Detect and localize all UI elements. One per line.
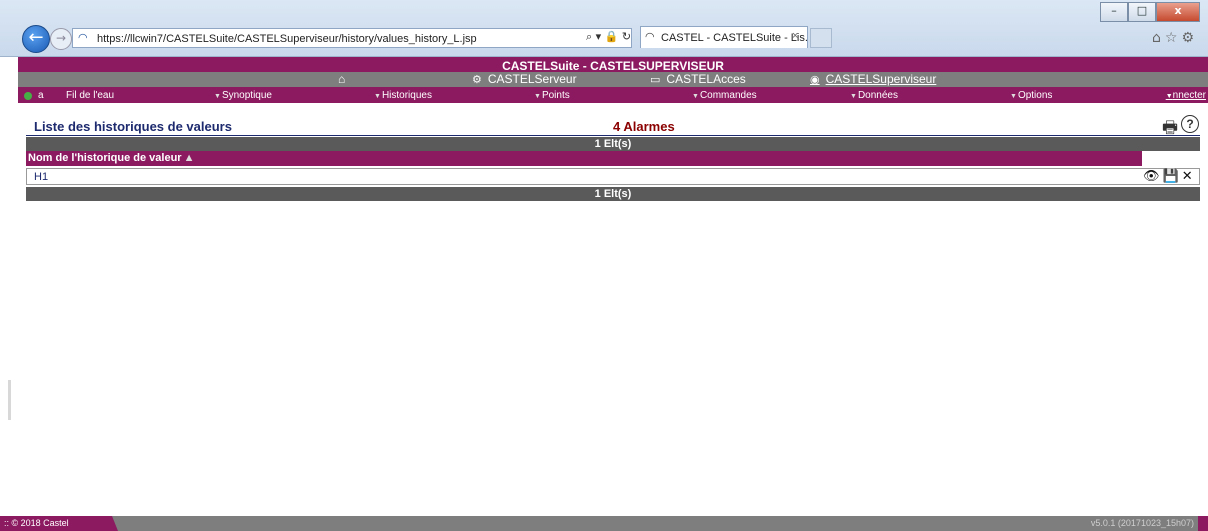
- menu-label: Synoptique: [221, 90, 272, 101]
- close-window-button[interactable]: x: [1156, 2, 1200, 22]
- menu-synoptique[interactable]: ▼Synoptique: [214, 89, 272, 103]
- row-actions: 👁 💾 ✕: [1143, 169, 1200, 185]
- forward-arrow-icon[interactable]: →: [50, 28, 72, 50]
- history-name-cell[interactable]: H1: [34, 171, 48, 183]
- nav-castelserveur[interactable]: ⚙ CASTELServeur: [472, 72, 577, 87]
- minimize-button[interactable]: –: [1100, 2, 1128, 22]
- table-row[interactable]: [26, 168, 1200, 185]
- delete-x-icon[interactable]: ✕: [1182, 169, 1193, 185]
- site-icon: ◠: [78, 31, 88, 44]
- nav-label: CASTELServeur: [487, 72, 577, 86]
- browser-tab[interactable]: CASTEL - CASTELSuite - Lis...: [640, 26, 808, 48]
- dropdown-arrow-icon: ▼: [1010, 93, 1017, 100]
- menu-historiques[interactable]: ▼Historiques: [374, 89, 432, 103]
- menu-label: Commandes: [699, 90, 757, 101]
- connect-label: nnecter: [1172, 90, 1206, 101]
- address-bar[interactable]: https://llcwin7/CASTELSuite/CASTELSuperv…: [72, 28, 632, 48]
- count-bar-top: 1 Elt(s): [26, 137, 1200, 151]
- nav-label: CASTELSuperviseur: [825, 72, 937, 86]
- nav-castelsuperviseur[interactable]: ◉ CASTELSuperviseur: [810, 72, 936, 87]
- app-title: CASTELSuite - CASTELSUPERVISEUR: [502, 59, 724, 73]
- new-tab-button[interactable]: [810, 28, 832, 48]
- dropdown-arrow-icon: ▼: [214, 93, 221, 100]
- maximize-button[interactable]: □: [1128, 2, 1156, 22]
- connect-link[interactable]: ▼nnecter: [1166, 89, 1206, 104]
- eye-icon: ◉: [810, 73, 820, 86]
- dropdown-arrow-icon: ▼: [374, 93, 381, 100]
- menu-label: Historiques: [381, 90, 432, 101]
- count-bar-bottom: 1 Elt(s): [26, 187, 1200, 201]
- app-nav-bar: [18, 72, 1208, 87]
- menu-label: Données: [857, 90, 898, 101]
- back-arrow-icon[interactable]: ←: [22, 25, 50, 53]
- help-icon[interactable]: ?: [1181, 115, 1199, 133]
- sort-ascending-icon[interactable]: ▲: [184, 152, 195, 164]
- copyright: :: © 2018 Castel: [0, 516, 118, 531]
- menu-donnees[interactable]: ▼Données: [850, 89, 898, 103]
- status-dot-icon: [24, 92, 32, 100]
- footer-corner: [1198, 516, 1208, 531]
- scrollbar[interactable]: [8, 380, 11, 420]
- footer-bar: [0, 516, 1208, 531]
- save-disk-icon[interactable]: 💾: [1163, 169, 1179, 185]
- menu-points[interactable]: ▼Points: [534, 89, 570, 103]
- browser-toolbar-icons[interactable]: ⌂☆⚙: [1152, 30, 1198, 46]
- gears-icon: ⚙: [472, 73, 482, 86]
- menu-commandes[interactable]: ▼Commandes: [692, 89, 757, 103]
- menu-label: Options: [1017, 90, 1053, 101]
- view-eye-icon[interactable]: 👁: [1143, 169, 1160, 185]
- menu-label: Fil de l'eau: [66, 90, 115, 101]
- user-label: a: [38, 90, 44, 101]
- menu-options[interactable]: ▼Options: [1010, 89, 1052, 103]
- nav-castelacces[interactable]: ▭ CASTELAcces: [650, 72, 746, 87]
- tab-close-button[interactable]: ×: [792, 30, 798, 42]
- window-controls: – □ x: [1100, 2, 1200, 22]
- alarms-link[interactable]: 4 Alarmes: [613, 119, 675, 134]
- dropdown-arrow-icon: ▼: [850, 93, 857, 100]
- dropdown-arrow-icon: ▼: [534, 93, 541, 100]
- access-card-icon: ▭: [650, 73, 661, 86]
- nav-label: CASTELAcces: [666, 72, 746, 86]
- tab-site-icon: ◠: [645, 30, 655, 43]
- column-header-label: Nom de l'historique de valeur: [28, 152, 182, 164]
- divider: [26, 135, 1200, 136]
- dropdown-arrow-icon: ▼: [692, 93, 699, 100]
- dropdown-arrow-icon: ▼: [1165, 93, 1173, 100]
- menu-fil-de-leau[interactable]: Fil de l'eau: [66, 89, 114, 103]
- version-label: v5.0.1 (20171023_15h07): [1090, 518, 1194, 528]
- address-bar-actions[interactable]: ⌕ ▾ 🔒 ↻: [586, 30, 631, 44]
- page-title: Liste des historiques de valeurs: [34, 119, 232, 134]
- column-header-name[interactable]: Nom de l'historique de valeur ▲: [26, 151, 1142, 166]
- home-icon[interactable]: ⌂: [338, 72, 345, 87]
- menu-label: Points: [541, 90, 570, 101]
